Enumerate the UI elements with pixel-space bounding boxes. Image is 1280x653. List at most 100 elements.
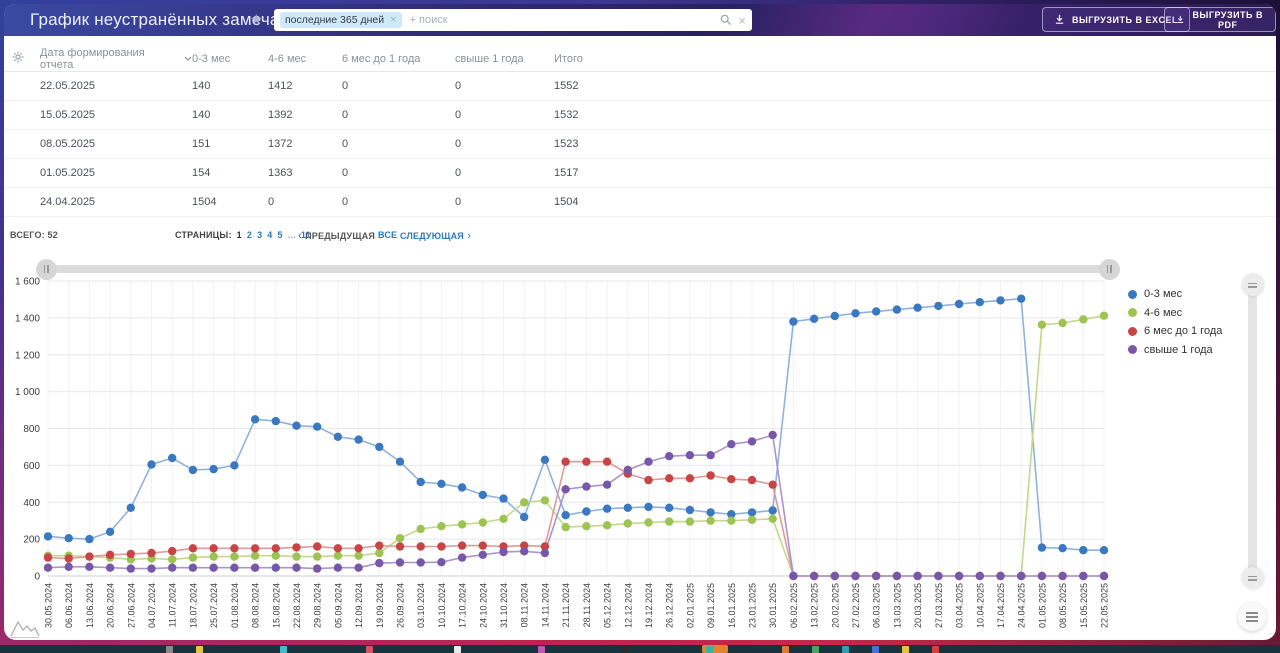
data-point[interactable]	[333, 432, 343, 441]
data-point[interactable]	[809, 314, 819, 323]
data-point[interactable]	[126, 503, 135, 512]
prev-page-button[interactable]: ‹ ПРЕДЫДУЩАЯ	[298, 230, 375, 242]
data-point[interactable]	[602, 504, 612, 513]
data-point[interactable]	[43, 563, 53, 572]
data-point[interactable]	[250, 544, 260, 553]
data-point[interactable]	[954, 299, 964, 309]
data-point[interactable]	[333, 551, 343, 560]
data-point[interactable]	[665, 517, 674, 526]
data-point[interactable]	[685, 505, 695, 515]
data-point[interactable]	[975, 571, 984, 581]
data-point[interactable]	[644, 502, 653, 512]
data-point[interactable]	[375, 558, 384, 568]
data-point[interactable]	[499, 514, 508, 523]
data-point[interactable]	[271, 551, 280, 560]
data-point[interactable]	[540, 548, 550, 558]
data-point[interactable]	[665, 474, 674, 483]
data-point[interactable]	[457, 483, 467, 492]
data-point[interactable]	[416, 477, 425, 487]
data-point[interactable]	[437, 522, 446, 531]
data-point[interactable]	[478, 518, 487, 527]
data-point[interactable]	[168, 546, 177, 556]
data-point[interactable]	[354, 563, 363, 572]
data-point[interactable]	[64, 562, 73, 571]
data-point[interactable]	[292, 552, 301, 561]
table-row[interactable]: 24.04.2025 1504 0 0 0 1504	[4, 188, 1276, 217]
data-point[interactable]	[188, 465, 198, 475]
data-point[interactable]	[747, 508, 757, 517]
data-point[interactable]	[727, 440, 736, 449]
data-point[interactable]	[375, 442, 384, 452]
data-point[interactable]	[126, 549, 135, 559]
data-point[interactable]	[561, 511, 570, 520]
data-point[interactable]	[851, 309, 860, 318]
page-link[interactable]: 4	[267, 230, 272, 240]
data-point[interactable]	[1099, 311, 1109, 320]
taskbar-app-icon[interactable]	[842, 646, 849, 653]
data-point[interactable]	[354, 435, 363, 444]
data-point[interactable]	[582, 522, 591, 531]
data-point[interactable]	[520, 547, 529, 556]
data-point[interactable]	[1037, 320, 1047, 329]
data-point[interactable]	[996, 571, 1005, 581]
export-pdf-button[interactable]: ВЫГРУЗИТЬ В PDF	[1164, 7, 1276, 32]
data-point[interactable]	[188, 544, 198, 553]
data-point[interactable]	[1079, 546, 1088, 555]
data-point[interactable]	[478, 490, 487, 500]
data-point[interactable]	[395, 534, 405, 543]
data-point[interactable]	[520, 512, 529, 522]
data-point[interactable]	[1079, 571, 1088, 581]
data-point[interactable]	[540, 455, 550, 464]
data-point[interactable]	[954, 571, 964, 581]
data-point[interactable]	[43, 532, 53, 541]
data-point[interactable]	[872, 307, 881, 316]
data-point[interactable]	[478, 550, 487, 559]
data-point[interactable]	[582, 457, 591, 466]
data-point[interactable]	[292, 543, 301, 552]
data-point[interactable]	[727, 475, 736, 484]
data-point[interactable]	[851, 571, 860, 581]
data-point[interactable]	[623, 519, 632, 528]
data-point[interactable]	[188, 563, 198, 572]
data-point[interactable]	[354, 544, 363, 553]
next-page-button[interactable]: СЛЕДУЮЩАЯ ›	[400, 230, 471, 242]
data-point[interactable]	[313, 564, 322, 573]
data-point[interactable]	[768, 514, 777, 523]
data-point[interactable]	[1017, 571, 1026, 581]
data-point[interactable]	[706, 516, 715, 525]
taskbar-app-icon[interactable]	[622, 646, 629, 653]
data-point[interactable]	[126, 564, 135, 573]
data-point[interactable]	[768, 430, 777, 440]
data-point[interactable]	[333, 563, 343, 572]
data-point[interactable]	[64, 554, 73, 563]
data-point[interactable]	[582, 507, 591, 516]
data-point[interactable]	[1099, 571, 1109, 581]
data-point[interactable]	[64, 534, 73, 543]
data-point[interactable]	[768, 480, 777, 489]
data-point[interactable]	[457, 520, 467, 529]
taskbar-app-icon[interactable]	[902, 646, 909, 653]
data-point[interactable]	[602, 521, 612, 530]
data-point[interactable]	[250, 551, 260, 560]
data-point[interactable]	[706, 471, 715, 480]
page-link[interactable]: 5	[278, 230, 283, 240]
table-row[interactable]: 01.05.2025 154 1363 0 0 1517	[4, 159, 1276, 188]
data-point[interactable]	[540, 496, 550, 505]
data-point[interactable]	[706, 508, 715, 517]
data-point[interactable]	[768, 506, 777, 515]
data-point[interactable]	[416, 558, 425, 567]
data-point[interactable]	[230, 563, 239, 572]
table-row[interactable]: 08.05.2025 151 1372 0 0 1523	[4, 130, 1276, 159]
data-point[interactable]	[582, 482, 591, 491]
data-point[interactable]	[747, 475, 757, 485]
data-point[interactable]	[43, 553, 53, 562]
filter-chip-remove-icon[interactable]: ×	[390, 14, 396, 26]
data-point[interactable]	[892, 305, 902, 314]
data-point[interactable]	[830, 311, 839, 321]
taskbar-app-icon[interactable]	[454, 646, 461, 653]
table-row[interactable]: 22.05.2025 140 1412 0 0 1552	[4, 72, 1276, 101]
taskbar-app-icon[interactable]	[706, 646, 713, 653]
data-point[interactable]	[354, 551, 363, 560]
data-point[interactable]	[437, 558, 446, 567]
data-point[interactable]	[437, 542, 446, 551]
